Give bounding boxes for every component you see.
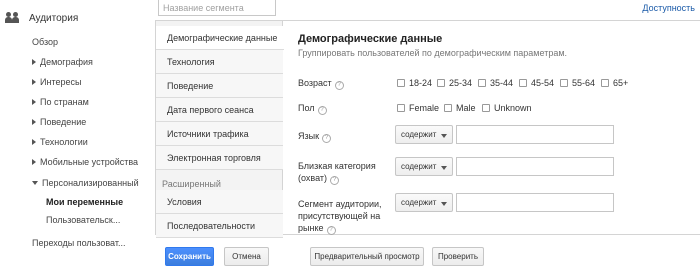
nav-item-demographics[interactable]: Демография [32,57,93,67]
triangle-right-icon [32,159,36,165]
tab-demographics[interactable]: Демографические данные [156,26,284,50]
age-label: Возраст? [298,77,344,90]
triangle-right-icon [32,119,36,125]
triangle-right-icon [32,99,36,105]
nav-item-technology[interactable]: Технологии [32,137,88,147]
in-market-operator-dropdown[interactable]: содержит [395,193,453,212]
tab-technology[interactable]: Технология [156,50,283,74]
language-value-input[interactable] [456,125,614,144]
age-checkbox-55-64[interactable]: 55-64 [560,78,595,88]
tab-conditions[interactable]: Условия [156,190,283,214]
caret-down-icon [441,166,447,170]
affinity-value-input[interactable] [456,157,614,176]
caret-down-icon [441,202,447,206]
age-checkbox-18-24[interactable]: 18-24 [397,78,432,88]
nav-title: Аудитория [29,12,79,24]
age-checkbox-35-44[interactable]: 35-44 [478,78,513,88]
people-icon [5,12,21,24]
affinity-label: Близкая категория (охват)? [298,161,376,185]
panel-description: Группировать пользователей по демографич… [298,48,568,58]
segment-editor: Демографические данные Технология Поведе… [155,20,700,238]
nav-section-audience[interactable]: Аудитория [5,12,78,24]
triangle-right-icon [32,79,36,85]
nav-item-custom-definitions[interactable]: Пользовательск... [46,215,120,225]
tab-group-advanced-label: Расширенный [162,179,221,189]
affinity-operator-dropdown[interactable]: содержит [395,157,453,176]
age-checkbox-25-34[interactable]: 25-34 [437,78,472,88]
accessibility-link[interactable]: Доступность [642,3,695,13]
nav-item-overview[interactable]: Обзор [32,37,58,47]
language-operator-dropdown[interactable]: содержит [395,125,453,144]
nav-item-custom[interactable]: Персонализированный [32,178,139,188]
language-label: Язык? [298,130,332,143]
tab-traffic-sources[interactable]: Источники трафика [156,122,283,146]
preview-button[interactable]: Предварительный просмотр [310,247,424,266]
nav-item-my-variables[interactable]: Мои переменные [46,197,123,207]
nav-item-geo[interactable]: По странам [32,97,89,107]
test-button[interactable]: Проверить [432,247,484,266]
gender-checkbox-male[interactable]: Male [444,103,476,113]
tab-ecommerce[interactable]: Электронная торговля [156,146,283,170]
age-checkbox-45-54[interactable]: 45-54 [519,78,554,88]
help-icon[interactable]: ? [326,226,336,235]
help-icon[interactable]: ? [330,176,340,185]
cancel-button[interactable]: Отмена [224,247,269,266]
gender-label: Пол? [298,102,327,115]
segment-name-input[interactable]: Название сегмента [158,0,276,16]
help-icon[interactable]: ? [334,81,344,90]
tab-sequences[interactable]: Последовательности [156,214,283,238]
help-icon[interactable]: ? [322,134,332,143]
demographics-panel: Демографические данные Группировать поль… [284,21,700,235]
triangle-down-icon [32,181,38,185]
gender-checkbox-female[interactable]: Female [397,103,439,113]
save-button[interactable]: Сохранить [165,247,214,266]
age-checkbox-65-plus[interactable]: 65+ [601,78,628,88]
caret-down-icon [441,134,447,138]
gender-checkbox-unknown[interactable]: Unknown [482,103,532,113]
panel-title: Демографические данные [298,33,443,45]
nav-item-behavior[interactable]: Поведение [32,117,86,127]
in-market-value-input[interactable] [456,193,614,212]
nav-item-user-flow[interactable]: Переходы пользоват... [32,238,125,248]
triangle-right-icon [32,139,36,145]
tab-first-session-date[interactable]: Дата первого сеанса [156,98,283,122]
triangle-right-icon [32,59,36,65]
help-icon[interactable]: ? [317,106,327,115]
nav-item-interests[interactable]: Интересы [32,77,81,87]
nav-item-mobile[interactable]: Мобильные устройства [32,157,138,167]
in-market-label: Сегмент аудитории, присутствующей на рынке… [298,199,382,235]
tab-behavior[interactable]: Поведение [156,74,283,98]
left-nav: Аудитория Обзор Демография Интересы По с… [0,0,150,270]
segment-tabs: Демографические данные Технология Поведе… [156,21,284,238]
